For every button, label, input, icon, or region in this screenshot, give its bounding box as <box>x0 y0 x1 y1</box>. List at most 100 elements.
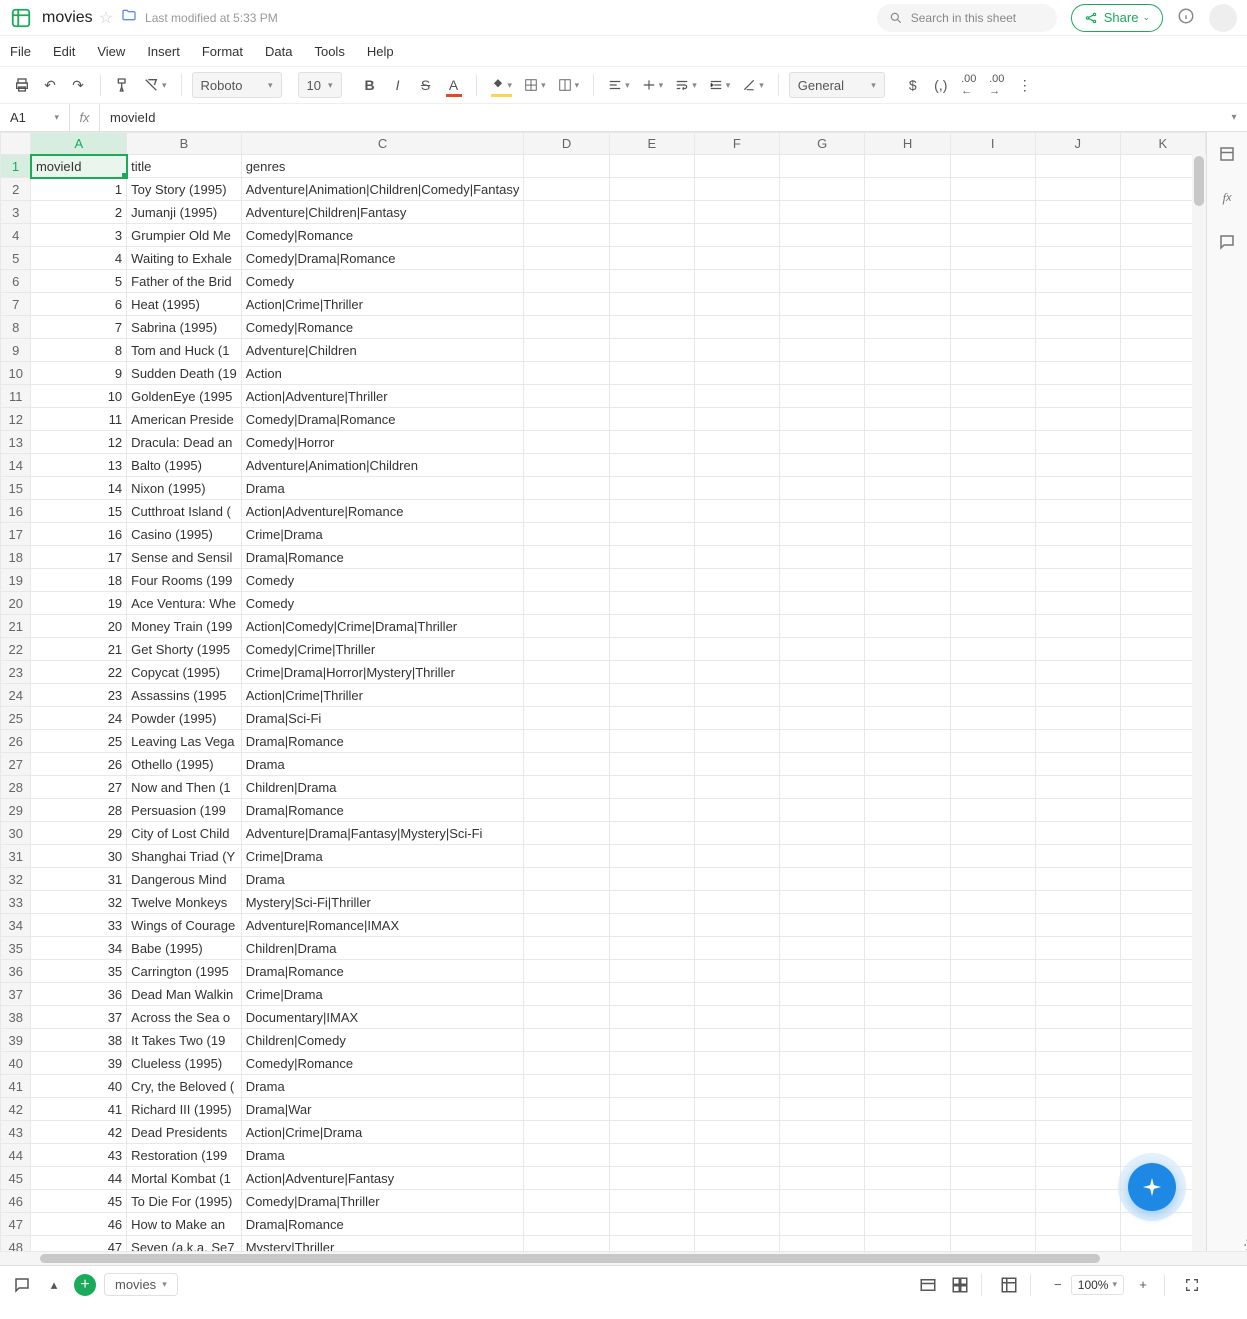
cell-A12[interactable]: 11 <box>31 408 127 431</box>
cell-C28[interactable]: Children|Drama <box>241 776 524 799</box>
cell[interactable] <box>950 201 1035 224</box>
cell[interactable] <box>609 1121 694 1144</box>
col-header-E[interactable]: E <box>609 133 694 155</box>
cell[interactable] <box>524 960 609 983</box>
cell[interactable] <box>865 845 950 868</box>
cell[interactable] <box>1035 247 1120 270</box>
cell[interactable] <box>950 178 1035 201</box>
cell[interactable] <box>524 592 609 615</box>
font-family-select[interactable]: Roboto▾ <box>192 72 282 98</box>
row-header-27[interactable]: 27 <box>1 753 31 776</box>
cell[interactable] <box>865 523 950 546</box>
cell-B5[interactable]: Waiting to Exhale <box>127 247 242 270</box>
cell[interactable] <box>779 845 865 868</box>
cell-A32[interactable]: 31 <box>31 868 127 891</box>
cell-A44[interactable]: 43 <box>31 1144 127 1167</box>
cell[interactable] <box>950 845 1035 868</box>
cell-B3[interactable]: Jumanji (1995) <box>127 201 242 224</box>
cell[interactable] <box>1035 1236 1120 1252</box>
cell-C46[interactable]: Comedy|Drama|Thriller <box>241 1190 524 1213</box>
cell[interactable] <box>865 1006 950 1029</box>
row-header-43[interactable]: 43 <box>1 1121 31 1144</box>
cell[interactable] <box>524 1006 609 1029</box>
theme-toggle-button[interactable] <box>1239 1232 1247 1258</box>
cell-B12[interactable]: American Preside <box>127 408 242 431</box>
cell[interactable] <box>779 546 865 569</box>
cell-C37[interactable]: Crime|Drama <box>241 983 524 1006</box>
cell-C23[interactable]: Crime|Drama|Horror|Mystery|Thriller <box>241 661 524 684</box>
cell[interactable] <box>779 1075 865 1098</box>
cell-B7[interactable]: Heat (1995) <box>127 293 242 316</box>
cell-C30[interactable]: Adventure|Drama|Fantasy|Mystery|Sci-Fi <box>241 822 524 845</box>
cell-A48[interactable]: 47 <box>31 1236 127 1252</box>
cell-A4[interactable]: 3 <box>31 224 127 247</box>
comments-icon[interactable] <box>1215 230 1239 254</box>
cell[interactable] <box>524 776 609 799</box>
formula-input[interactable]: movieId <box>100 110 1221 125</box>
cell[interactable] <box>524 1075 609 1098</box>
cell[interactable] <box>694 845 779 868</box>
cell[interactable] <box>779 408 865 431</box>
row-header-31[interactable]: 31 <box>1 845 31 868</box>
cell[interactable] <box>694 500 779 523</box>
cell[interactable] <box>524 1167 609 1190</box>
cell-C40[interactable]: Comedy|Romance <box>241 1052 524 1075</box>
cell[interactable] <box>694 1236 779 1252</box>
cell-B37[interactable]: Dead Man Walkin <box>127 983 242 1006</box>
cell-A5[interactable]: 4 <box>31 247 127 270</box>
cell-A17[interactable]: 16 <box>31 523 127 546</box>
cell[interactable] <box>865 661 950 684</box>
row-header-1[interactable]: 1 <box>1 155 31 178</box>
cell-C8[interactable]: Comedy|Romance <box>241 316 524 339</box>
cell[interactable] <box>694 615 779 638</box>
cell-C14[interactable]: Adventure|Animation|Children <box>241 454 524 477</box>
cell-C1[interactable]: genres <box>241 155 524 178</box>
cell[interactable] <box>524 431 609 454</box>
cell[interactable] <box>950 937 1035 960</box>
cell-C18[interactable]: Drama|Romance <box>241 546 524 569</box>
cell-C32[interactable]: Drama <box>241 868 524 891</box>
cell[interactable] <box>524 270 609 293</box>
cell-B19[interactable]: Four Rooms (199 <box>127 569 242 592</box>
cell-B23[interactable]: Copycat (1995) <box>127 661 242 684</box>
cell-C47[interactable]: Drama|Romance <box>241 1213 524 1236</box>
cell[interactable] <box>1035 201 1120 224</box>
zoom-select[interactable]: 100%▾ <box>1071 1275 1124 1295</box>
cell[interactable] <box>524 661 609 684</box>
cell[interactable] <box>609 661 694 684</box>
cell-B9[interactable]: Tom and Huck (1 <box>127 339 242 362</box>
col-header-C[interactable]: C <box>241 133 524 155</box>
explore-fab[interactable] <box>1128 1163 1176 1211</box>
row-header-10[interactable]: 10 <box>1 362 31 385</box>
cell[interactable] <box>865 155 950 178</box>
vertical-scrollbar[interactable] <box>1192 154 1206 1251</box>
cell[interactable] <box>609 753 694 776</box>
zoom-in-button[interactable]: + <box>1130 1272 1156 1298</box>
cell[interactable] <box>524 868 609 891</box>
menu-edit[interactable]: Edit <box>53 44 75 59</box>
cell-B26[interactable]: Leaving Las Vega <box>127 730 242 753</box>
cell[interactable] <box>1035 983 1120 1006</box>
cell[interactable] <box>950 1236 1035 1252</box>
row-header-40[interactable]: 40 <box>1 1052 31 1075</box>
cell-A10[interactable]: 9 <box>31 362 127 385</box>
cell[interactable] <box>609 546 694 569</box>
cell-A13[interactable]: 12 <box>31 431 127 454</box>
cell-A23[interactable]: 22 <box>31 661 127 684</box>
cell[interactable] <box>950 1006 1035 1029</box>
cell[interactable] <box>950 408 1035 431</box>
cell[interactable] <box>609 615 694 638</box>
cell[interactable] <box>694 477 779 500</box>
cell[interactable] <box>779 569 865 592</box>
cell-C27[interactable]: Drama <box>241 753 524 776</box>
cell-A30[interactable]: 29 <box>31 822 127 845</box>
cell-C20[interactable]: Comedy <box>241 592 524 615</box>
cell[interactable] <box>524 339 609 362</box>
cell[interactable] <box>1035 707 1120 730</box>
cell[interactable] <box>1035 178 1120 201</box>
cell-C39[interactable]: Children|Comedy <box>241 1029 524 1052</box>
cell[interactable] <box>950 1121 1035 1144</box>
cell-B29[interactable]: Persuasion (199 <box>127 799 242 822</box>
cell[interactable] <box>524 822 609 845</box>
cell[interactable] <box>865 247 950 270</box>
